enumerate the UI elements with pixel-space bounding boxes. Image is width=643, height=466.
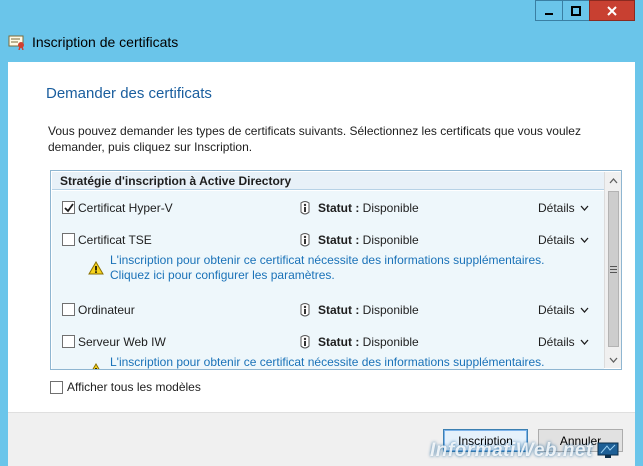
maximize-button[interactable]	[562, 0, 590, 21]
details-toggle[interactable]: Détails	[538, 303, 589, 317]
list-item-serveur-web[interactable]: Serveur Web IW Statut : Disponible Détai…	[52, 331, 604, 353]
certificate-list: Stratégie d'inscription à Active Directo…	[50, 170, 622, 370]
scroll-down-button[interactable]	[605, 351, 621, 368]
item-status: Statut : Disponible	[318, 303, 419, 317]
watermark-text: InformatiWeb.net	[430, 440, 593, 461]
dialog-body: Demander des certificats Vous pouvez dem…	[8, 62, 635, 466]
item-status: Statut : Disponible	[318, 201, 419, 215]
scroll-thumb[interactable]	[608, 191, 619, 347]
chevron-down-icon	[580, 307, 589, 313]
chevron-down-icon	[609, 357, 618, 363]
chevron-down-icon	[580, 205, 589, 211]
warning-line: Cliquez ici pour configurer les paramètr…	[110, 268, 335, 282]
checkbox-tse[interactable]	[62, 233, 75, 246]
checkmark-icon	[64, 203, 74, 213]
minimize-button[interactable]	[535, 0, 563, 21]
item-label: Certificat Hyper-V	[78, 201, 173, 215]
minimize-icon	[545, 12, 553, 15]
scroll-up-button[interactable]	[605, 172, 621, 189]
warning-icon	[92, 363, 100, 369]
info-icon	[300, 335, 310, 349]
maximize-icon	[571, 5, 581, 16]
list-item-hyper-v[interactable]: Certificat Hyper-V Statut : Disponible D…	[52, 197, 604, 219]
checkbox-hyper-v[interactable]	[62, 201, 75, 214]
close-button[interactable]	[589, 0, 635, 21]
checkbox-ordinateur[interactable]	[62, 303, 75, 316]
checkbox-serveur-web[interactable]	[62, 335, 75, 348]
warning-tse: L'inscription pour obtenir ce certificat…	[52, 251, 604, 285]
configure-link[interactable]: L'inscription pour obtenir ce certificat…	[110, 355, 545, 369]
details-toggle[interactable]: Détails	[538, 201, 589, 215]
configure-link[interactable]: L'inscription pour obtenir ce certificat…	[110, 253, 545, 283]
warning-icon	[88, 261, 104, 275]
grip-icon	[610, 265, 617, 273]
close-icon	[607, 5, 617, 16]
monitor-icon	[597, 442, 619, 458]
show-all-label: Afficher tous les modèles	[67, 380, 201, 394]
list-item-ordinateur[interactable]: Ordinateur Statut : Disponible Détails	[52, 299, 604, 321]
certificate-icon	[8, 35, 24, 50]
page-description: Vous pouvez demander les types de certif…	[48, 124, 581, 154]
page-heading: Demander des certificats	[46, 85, 212, 102]
list-body: Certificat Hyper-V Statut : Disponible D…	[52, 191, 604, 369]
details-toggle[interactable]: Détails	[538, 335, 589, 349]
item-status: Statut : Disponible	[318, 233, 419, 247]
list-header: Stratégie d'inscription à Active Directo…	[52, 172, 604, 190]
info-icon	[300, 201, 310, 215]
warning-serveur-web: L'inscription pour obtenir ce certificat…	[52, 353, 604, 369]
watermark: InformatiWeb.net	[430, 440, 619, 462]
chevron-up-icon	[609, 177, 618, 183]
chevron-down-icon	[580, 339, 589, 345]
show-all-checkbox[interactable]	[50, 380, 63, 394]
window-controls	[535, 0, 635, 21]
info-icon	[300, 233, 310, 247]
title-bar: Inscription de certificats	[0, 0, 643, 62]
info-icon	[300, 303, 310, 317]
app-title: Inscription de certificats	[8, 34, 178, 50]
show-all-templates[interactable]: Afficher tous les modèles	[50, 380, 201, 394]
item-label: Serveur Web IW	[78, 335, 166, 349]
warning-line: L'inscription pour obtenir ce certificat…	[110, 253, 545, 267]
item-label: Certificat TSE	[78, 233, 152, 247]
item-label: Ordinateur	[78, 303, 135, 317]
window-title: Inscription de certificats	[32, 34, 179, 50]
details-toggle[interactable]: Détails	[538, 233, 589, 247]
chevron-down-icon	[580, 237, 589, 243]
item-status: Statut : Disponible	[318, 335, 419, 349]
vertical-scrollbar[interactable]	[604, 172, 621, 368]
list-item-tse[interactable]: Certificat TSE Statut : Disponible Détai…	[52, 229, 604, 251]
warning-line: L'inscription pour obtenir ce certificat…	[110, 355, 545, 369]
